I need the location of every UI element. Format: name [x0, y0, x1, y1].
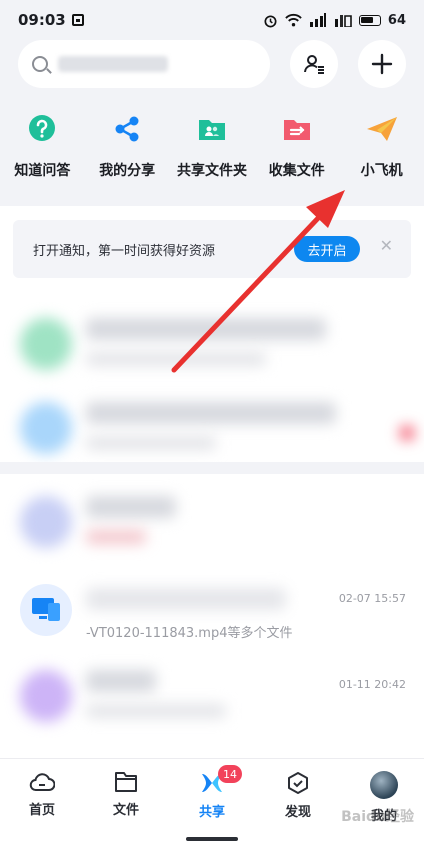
badge: 14 [218, 765, 242, 783]
signal-icon [309, 13, 326, 27]
cloud-icon [29, 773, 55, 791]
notification-icon [71, 14, 84, 26]
tab-home[interactable]: 首页 [0, 771, 84, 818]
contacts-icon [304, 55, 324, 74]
row-time: 01-11 20:42 [338, 678, 406, 691]
discover-icon [288, 772, 308, 794]
tab-files[interactable]: 文件 [84, 771, 168, 818]
notification-text: 打开通知，第一时间获得好资源 [33, 243, 216, 259]
list-item[interactable] [0, 482, 424, 562]
quick-action-collect-files[interactable]: 收集文件 [254, 112, 339, 196]
battery-icon [358, 14, 381, 26]
search-icon [32, 56, 48, 72]
row-desc [86, 704, 226, 718]
unread-dot [400, 426, 414, 440]
question-icon [25, 112, 59, 146]
shared-folder-icon [195, 112, 229, 146]
quick-action-label: 收集文件 [268, 163, 325, 179]
quick-action-label: 知道问答 [14, 163, 71, 179]
wifi-icon [285, 13, 302, 27]
share-list: 打开通知，第一时间获得好资源 去开启 ✕ -VT0120-111843.mp4等… [0, 206, 424, 758]
tab-discover[interactable]: 发现 [256, 771, 340, 820]
list-item[interactable] [0, 388, 424, 468]
avatar [20, 402, 72, 454]
notification-banner: 打开通知，第一时间获得好资源 去开启 ✕ [13, 220, 411, 278]
avatar [370, 771, 398, 799]
avatar [20, 670, 72, 722]
row-desc [86, 352, 266, 366]
quick-action-label: 我的分享 [99, 163, 156, 179]
row-time: 02-07 15:57 [338, 592, 406, 605]
tab-label: 文件 [112, 803, 139, 818]
quick-action-label: 共享文件夹 [176, 163, 247, 179]
tab-label: 发现 [284, 805, 311, 820]
row-title [86, 588, 286, 610]
watermark: Baidu经验 [341, 809, 414, 825]
collect-folder-icon [280, 112, 314, 146]
row-desc [86, 530, 146, 544]
list-item[interactable]: -VT0120-111843.mp4等多个文件 02-07 15:57 [0, 570, 424, 650]
row-title [86, 318, 326, 340]
folder-icon [115, 772, 137, 792]
row-desc [86, 436, 216, 450]
tab-label: 共享 [198, 805, 225, 820]
status-time: 09:03 [18, 11, 66, 29]
home-indicator[interactable] [186, 837, 238, 841]
share-icon [110, 112, 144, 146]
plus-icon [371, 53, 393, 75]
list-item[interactable] [0, 304, 424, 384]
row-title [86, 670, 156, 692]
computer-icon [32, 598, 60, 621]
enable-notification-button[interactable]: 去开启 [294, 236, 360, 262]
signal2-icon [334, 15, 352, 27]
quick-action-qa[interactable]: 知道问答 [0, 112, 85, 196]
tab-share[interactable]: 14 共享 [170, 765, 254, 820]
avatar [20, 496, 72, 548]
divider [0, 462, 424, 474]
quick-action-label: 小飞机 [360, 163, 403, 179]
search-input[interactable] [18, 40, 270, 88]
status-indicators: 64 [263, 13, 406, 28]
status-bar: 09:03 64 [0, 0, 424, 40]
row-title [86, 496, 176, 518]
battery-level: 64 [387, 12, 406, 28]
quick-action-paper-plane[interactable]: 小飞机 [339, 112, 424, 196]
close-icon[interactable]: ✕ [380, 236, 393, 255]
header [0, 36, 424, 92]
quick-actions: 知道问答 我的分享 共享文件夹 收集文件 小飞机 [0, 112, 424, 196]
status-time-group: 09:03 [18, 11, 84, 29]
avatar [20, 318, 72, 370]
add-button[interactable] [358, 40, 406, 88]
quick-action-shared-folder[interactable]: 共享文件夹 [170, 112, 255, 196]
list-item[interactable]: 01-11 20:42 [0, 656, 424, 736]
paper-plane-icon [365, 112, 399, 146]
alarm-icon [264, 14, 277, 27]
quick-action-my-share[interactable]: 我的分享 [85, 112, 170, 196]
device-avatar [20, 584, 72, 636]
tab-label: 首页 [28, 803, 55, 818]
contacts-button[interactable] [290, 40, 338, 88]
search-placeholder [58, 56, 168, 72]
row-desc: -VT0120-111843.mp4等多个文件 [86, 626, 293, 641]
row-title [86, 402, 336, 424]
